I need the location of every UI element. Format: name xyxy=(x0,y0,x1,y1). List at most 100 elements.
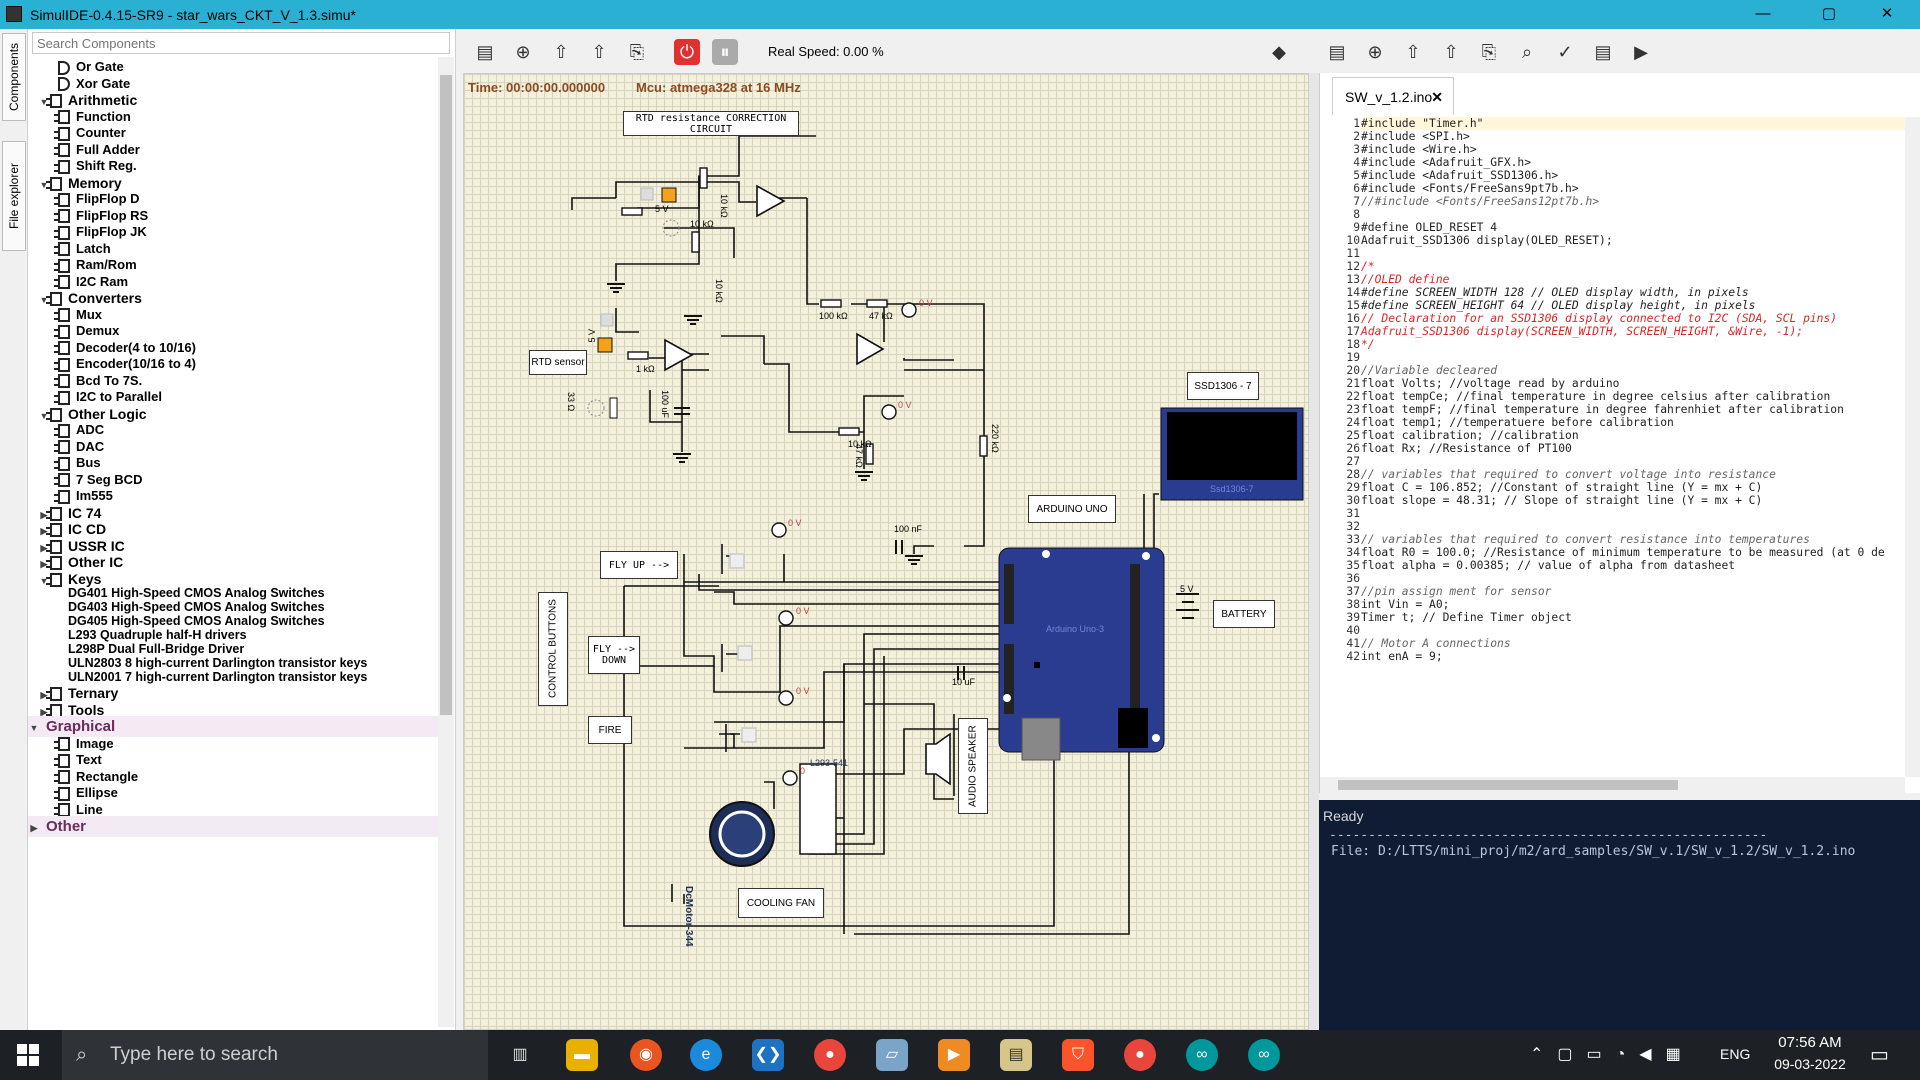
line-number: 7 xyxy=(1353,195,1360,208)
gate-icon xyxy=(58,60,70,75)
tree-label: Text xyxy=(76,752,102,767)
expand-arrow-icon[interactable]: ▼ xyxy=(28,718,40,739)
editor-export-icon[interactable]: ⎘ xyxy=(1476,39,1502,65)
tab-file-explorer[interactable]: File explorer xyxy=(2,141,26,251)
close-button[interactable]: ✕ xyxy=(1864,0,1910,29)
code-line: float temp1; //temperatuere before calib… xyxy=(1361,416,1674,429)
close-tab-icon[interactable]: ✕ xyxy=(1431,78,1443,116)
arduino-icon[interactable]: ∞ xyxy=(1186,1039,1218,1071)
upload-icon[interactable]: ▤ xyxy=(1590,39,1616,65)
verify-icon[interactable]: ✓ xyxy=(1552,39,1578,65)
run-icon[interactable]: ▶ xyxy=(1628,39,1654,65)
tree-group-other[interactable]: ▶ Other xyxy=(28,816,438,837)
open-circuit-icon[interactable]: ⊕ xyxy=(510,39,536,65)
expand-arrow-icon[interactable]: ▼ xyxy=(38,406,50,426)
notification-icon[interactable]: ▭ xyxy=(1870,1042,1889,1067)
language-indicator[interactable]: ENG xyxy=(1720,1046,1750,1062)
simulide-icon[interactable]: ▤ xyxy=(1000,1039,1032,1071)
ubuntu-icon[interactable]: ◉ xyxy=(630,1039,662,1071)
task-view-icon[interactable]: ▥ xyxy=(504,1039,536,1071)
tree-label: FlipFlop RS xyxy=(76,207,149,223)
editor-open-icon[interactable]: ⊕ xyxy=(1362,39,1388,65)
find-icon[interactable]: ⌕ xyxy=(1514,39,1540,65)
code-line: float Rx; //Resistance of PT100 xyxy=(1361,442,1572,455)
line-number: 19 xyxy=(1346,351,1360,364)
maximize-button[interactable]: ▢ xyxy=(1806,0,1852,29)
vscode-icon[interactable]: ❮❯ xyxy=(752,1039,784,1071)
arduino-icon-2[interactable]: ∞ xyxy=(1248,1039,1280,1071)
tray-icons[interactable]: ⌃▢▭◔◀▦ xyxy=(1530,1044,1695,1064)
expand-arrow-icon[interactable]: ▼ xyxy=(38,92,50,112)
tree-scrollbar[interactable] xyxy=(438,57,454,1027)
chrome-icon[interactable]: ● xyxy=(814,1039,846,1071)
line-number: 30 xyxy=(1346,494,1360,507)
control-buttons-label: CONTROL BUTTONS xyxy=(538,592,568,706)
line-number: 40 xyxy=(1346,624,1360,637)
chip-icon xyxy=(54,143,70,158)
expand-arrow-icon[interactable]: ▼ xyxy=(38,571,50,591)
code-line: // variables that required to convert vo… xyxy=(1361,468,1776,481)
line-number: 16 xyxy=(1346,312,1360,325)
editor-save-as-icon[interactable]: ⇧ xyxy=(1438,39,1464,65)
line-number: 13 xyxy=(1346,273,1360,286)
code-vertical-scrollbar[interactable] xyxy=(1905,117,1920,777)
circuit-canvas[interactable]: RTD resistance CORRECTION CIRCUIT RTD se… xyxy=(463,73,1309,1030)
image-icon xyxy=(54,737,70,752)
code-line: // Motor A connections xyxy=(1361,637,1511,650)
rtd-sensor-label: RTD sensor xyxy=(529,350,587,375)
code-area[interactable]: 1 #include "Timer.h" 2 #include <SPI.h> 3 #in… xyxy=(1320,117,1905,777)
folder-chip-icon xyxy=(46,572,62,587)
tree-label: Bus xyxy=(76,455,101,470)
canvas-scrollbar[interactable] xyxy=(1309,73,1319,1030)
editor-tab[interactable]: SW_v_1.2.ino ✕ xyxy=(1332,77,1454,115)
chrome-profile-icon[interactable]: ● xyxy=(1124,1039,1156,1071)
chip-icon xyxy=(54,440,70,455)
code-line: float tempCe; //final temperature in deg… xyxy=(1361,390,1831,403)
editor-new-icon[interactable]: ▤ xyxy=(1324,39,1350,65)
l293-label: L293-541 xyxy=(810,758,849,768)
editor-save-icon[interactable]: ⇧ xyxy=(1400,39,1426,65)
power-stop-icon[interactable]: ⏻ xyxy=(674,39,700,65)
export-icon[interactable]: ⎘ xyxy=(624,39,650,65)
expand-arrow-icon[interactable]: ▼ xyxy=(38,290,50,310)
tab-components[interactable]: Components xyxy=(2,33,26,121)
chip-icon xyxy=(54,242,70,257)
expand-arrow-icon[interactable]: ▼ xyxy=(38,175,50,195)
new-circuit-icon[interactable]: ▤ xyxy=(472,39,498,65)
tree-label: Latch xyxy=(76,240,111,256)
taskbar-search[interactable]: ⌕ Type here to search xyxy=(62,1030,488,1080)
probe-0v-d: 0 V xyxy=(796,606,810,616)
brave-icon[interactable]: ⛉ xyxy=(1062,1039,1094,1071)
windows-start-icon[interactable] xyxy=(16,1043,40,1067)
ssd-chip-label: Ssd1306-7 xyxy=(1210,484,1254,494)
code-horizontal-scrollbar[interactable] xyxy=(1320,777,1905,793)
media-player-icon[interactable]: ▶ xyxy=(938,1039,970,1071)
search-components-input[interactable] xyxy=(32,32,450,54)
line-number: 33 xyxy=(1346,533,1360,546)
save-circuit-icon[interactable]: ⇧ xyxy=(548,39,574,65)
tree-label: Im555 xyxy=(76,488,113,503)
line-number: 41 xyxy=(1346,637,1360,650)
pause-icon[interactable]: ⏸ xyxy=(712,39,738,65)
line-number: 3 xyxy=(1353,143,1360,156)
rectangle-icon xyxy=(54,770,70,785)
clock-date[interactable]: 09-03-2022 xyxy=(1760,1056,1860,1072)
tree-scroll-thumb[interactable] xyxy=(440,75,452,715)
code-line: float C = 106.852; //Constant of straigh… xyxy=(1361,481,1763,494)
tree-label: Ram/Rom xyxy=(76,257,137,272)
debug-icon[interactable]: ◆ xyxy=(1266,39,1292,65)
collapse-arrow-icon[interactable]: ▶ xyxy=(28,818,40,839)
fixed-voltage-5v-a: 5 V xyxy=(655,204,669,214)
save-as-icon[interactable]: ⇧ xyxy=(586,39,612,65)
line-number: 6 xyxy=(1353,182,1360,195)
window-title: SimulIDE-0.4.15-SR9 - star_wars_CKT_V_1.… xyxy=(30,7,357,23)
code-hscroll-thumb[interactable] xyxy=(1338,780,1678,790)
notepad-icon[interactable]: ▱ xyxy=(876,1039,908,1071)
file-explorer-icon[interactable]: ▬ xyxy=(566,1039,598,1071)
minimize-button[interactable]: — xyxy=(1740,0,1786,29)
code-line: // variables that required to convert re… xyxy=(1361,533,1810,546)
side-tabs: Components File explorer xyxy=(0,29,28,1030)
clock-time[interactable]: 07:56 AM xyxy=(1760,1034,1860,1051)
edge-icon[interactable]: e xyxy=(690,1039,722,1071)
real-speed-readout: Real Speed: 0.00 % xyxy=(768,44,884,59)
